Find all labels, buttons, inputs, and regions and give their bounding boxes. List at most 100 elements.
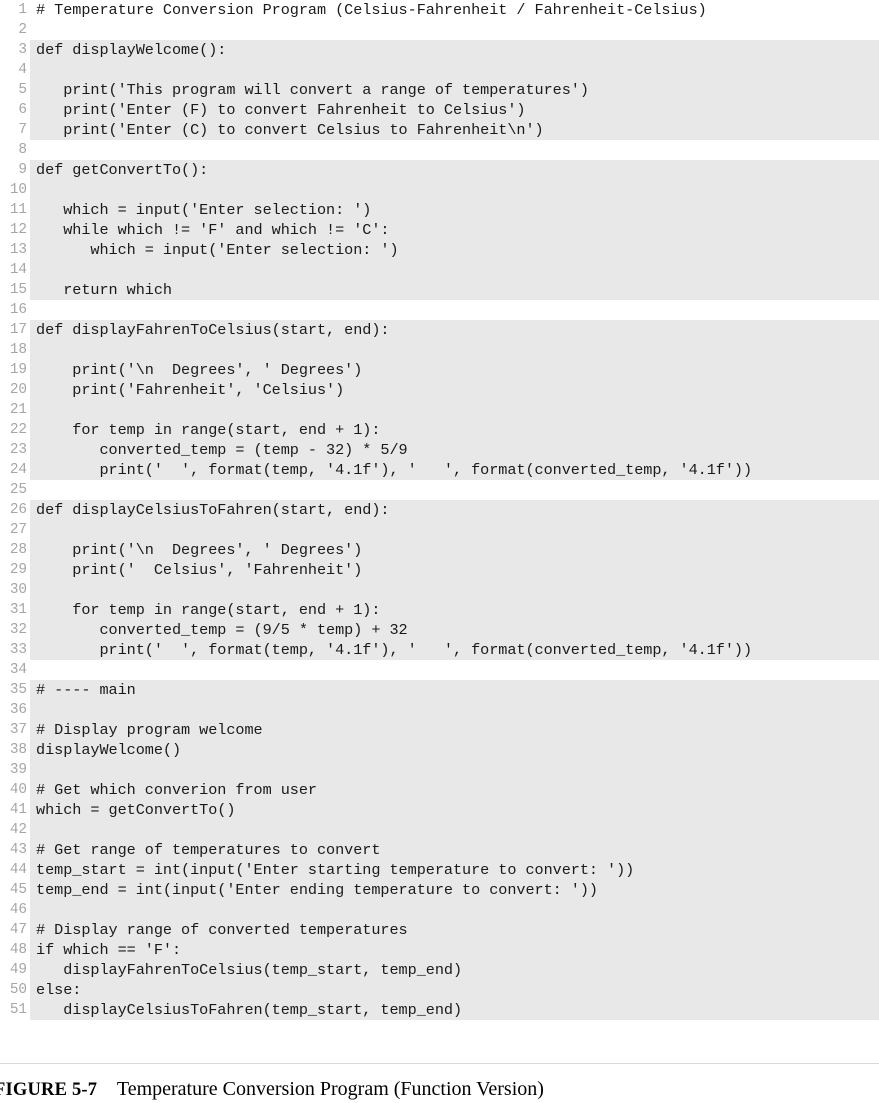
line-number: 44 <box>9 862 27 878</box>
code-line: 48 if which == 'F': <box>0 940 879 960</box>
line-number: 16 <box>9 302 27 318</box>
line-number: 28 <box>9 542 27 558</box>
code-line: 12 while which != 'F' and which != 'C': <box>0 220 879 240</box>
code-text: print(' ', format(temp, '4.1f'), ' ', fo… <box>36 641 753 659</box>
line-number: 5 <box>18 82 27 98</box>
code-line: 15 return which <box>0 280 879 300</box>
code-text: displayFahrenToCelsius(temp_start, temp_… <box>36 961 463 979</box>
line-number: 15 <box>9 282 27 298</box>
line-number: 48 <box>9 942 27 958</box>
code-line: 20 print('Fahrenheit', 'Celsius') <box>0 380 879 400</box>
line-number: 13 <box>9 242 27 258</box>
figure-title: Temperature Conversion Program (Function… <box>116 1078 544 1100</box>
code-line: 30 <box>0 580 879 600</box>
line-number: 23 <box>9 442 27 458</box>
code-text: print('This program will convert a range… <box>36 81 589 99</box>
line-number: 10 <box>9 182 27 198</box>
code-text: print('Enter (F) to convert Fahrenheit t… <box>36 101 526 119</box>
code-line: 2 <box>0 20 879 40</box>
code-line: 17 def displayFahrenToCelsius(start, end)… <box>0 320 879 340</box>
code-line: 7 print('Enter (C) to convert Celsius to… <box>0 120 879 140</box>
code-text: # Display range of converted temperature… <box>36 921 408 939</box>
code-text: which = getConvertTo() <box>36 801 236 819</box>
line-number: 25 <box>9 482 27 498</box>
figure-caption-gap <box>97 1078 117 1100</box>
code-line: 28 print('\n Degrees', ' Degrees') <box>0 540 879 560</box>
code-line: 41 which = getConvertTo() <box>0 800 879 820</box>
code-line: 35 # ---- main <box>0 680 879 700</box>
line-number: 8 <box>18 142 27 158</box>
code-line: 43 # Get range of temperatures to convert <box>0 840 879 860</box>
code-text: print(' ', format(temp, '4.1f'), ' ', fo… <box>36 461 753 479</box>
code-line: 50 else: <box>0 980 879 1000</box>
line-number: 12 <box>9 222 27 238</box>
code-line: 6 print('Enter (F) to convert Fahrenheit… <box>0 100 879 120</box>
figure-label: FIGURE 5-7 <box>0 1080 98 1100</box>
line-number: 32 <box>9 622 27 638</box>
code-text: if which == 'F': <box>36 941 182 959</box>
code-line: 37 # Display program welcome <box>0 720 879 740</box>
code-text: displayCelsiusToFahren(temp_start, temp_… <box>36 1001 463 1019</box>
line-number: 4 <box>18 62 27 78</box>
line-number: 43 <box>9 842 27 858</box>
code-text: print('Fahrenheit', 'Celsius') <box>36 381 345 399</box>
code-line: 38 displayWelcome() <box>0 740 879 760</box>
code-line: 34 <box>0 660 879 680</box>
code-line: 26 def displayCelsiusToFahren(start, end)… <box>0 500 879 520</box>
code-line: 49 displayFahrenToCelsius(temp_start, te… <box>0 960 879 980</box>
line-number: 46 <box>9 902 27 918</box>
code-line: 18 <box>0 340 879 360</box>
line-number: 26 <box>9 502 27 518</box>
line-number: 42 <box>9 822 27 838</box>
code-line: 24 print(' ', format(temp, '4.1f'), ' ',… <box>0 460 879 480</box>
code-text: which = input('Enter selection: ') <box>36 241 399 259</box>
code-text: def displayFahrenToCelsius(start, end): <box>36 321 390 339</box>
code-text: # Get which converion from user <box>36 781 317 799</box>
line-number: 34 <box>9 662 27 678</box>
code-listing: 1 # Temperature Conversion Program (Celsi… <box>0 0 879 1043</box>
line-number: 41 <box>9 802 27 818</box>
code-line: 4 <box>0 60 879 80</box>
code-line: 36 <box>0 700 879 720</box>
line-number: 17 <box>9 322 27 338</box>
code-text: print('\n Degrees', ' Degrees') <box>36 361 363 379</box>
code-text: def displayWelcome(): <box>36 41 227 59</box>
code-line: 11 which = input('Enter selection: ') <box>0 200 879 220</box>
code-text: converted_temp = (temp - 32) * 5/9 <box>36 441 408 459</box>
line-number: 19 <box>9 362 27 378</box>
line-number: 37 <box>9 722 27 738</box>
code-text: for temp in range(start, end + 1): <box>36 421 381 439</box>
code-text: converted_temp = (9/5 * temp) + 32 <box>36 621 408 639</box>
line-number: 24 <box>9 462 27 478</box>
code-text: while which != 'F' and which != 'C': <box>36 221 390 239</box>
code-text: def displayCelsiusToFahren(start, end): <box>36 501 390 519</box>
code-text: displayWelcome() <box>36 741 182 759</box>
code-line: 33 print(' ', format(temp, '4.1f'), ' ',… <box>0 640 879 660</box>
code-line: 16 <box>0 300 879 320</box>
code-line: 14 <box>0 260 879 280</box>
figure-caption: FIGURE 5-7 Temperature Conversion Progra… <box>0 1077 879 1103</box>
line-number: 51 <box>9 1002 27 1018</box>
line-number: 22 <box>9 422 27 438</box>
line-number: 20 <box>9 382 27 398</box>
code-line: 42 <box>0 820 879 840</box>
code-text: # Temperature Conversion Program (Celsiu… <box>36 1 707 19</box>
code-text: # Display program welcome <box>36 721 263 739</box>
line-number: 33 <box>9 642 27 658</box>
line-number: 2 <box>18 22 27 38</box>
code-text: print('Enter (C) to convert Celsius to F… <box>36 121 544 139</box>
code-line: 51 displayCelsiusToFahren(temp_start, te… <box>0 1000 879 1020</box>
code-text: temp_start = int(input('Enter starting t… <box>36 861 635 879</box>
line-number: 31 <box>9 602 27 618</box>
code-text: which = input('Enter selection: ') <box>36 201 372 219</box>
code-line: 13 which = input('Enter selection: ') <box>0 240 879 260</box>
code-line: 39 <box>0 760 879 780</box>
code-text: return which <box>36 281 172 299</box>
code-line: 47 # Display range of converted temperatu… <box>0 920 879 940</box>
line-number: 38 <box>9 742 27 758</box>
line-number: 39 <box>9 762 27 778</box>
code-line: 21 <box>0 400 879 420</box>
code-text: else: <box>36 981 82 999</box>
line-number: 47 <box>9 922 27 938</box>
code-line: 8 <box>0 140 879 160</box>
